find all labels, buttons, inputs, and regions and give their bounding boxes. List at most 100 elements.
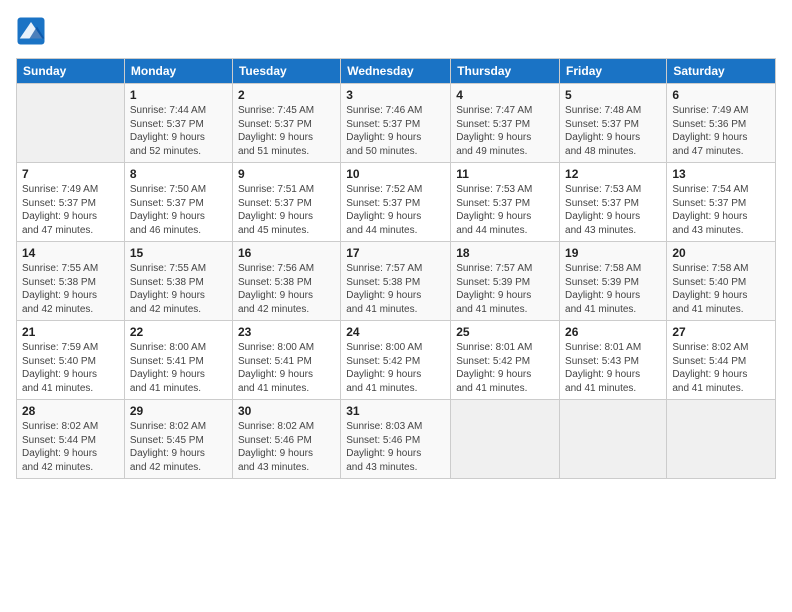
day-cell: 22 Sunrise: 8:00 AM Sunset: 5:41 PM Dayli… [124, 321, 232, 400]
day-number: 28 [22, 404, 119, 418]
day-number: 27 [672, 325, 770, 339]
week-row-2: 7Sunrise: 7:49 AM Sunset: 5:37 PM Daylig… [17, 163, 776, 242]
day-number: 23 [238, 325, 335, 339]
day-number: 16 [238, 246, 335, 260]
day-number: 18 [456, 246, 554, 260]
day-info: Sunrise: 7:55 AM Sunset: 5:38 PM Dayligh… [130, 262, 227, 316]
day-cell: 10Sunrise: 7:52 AM Sunset: 5:37 PM Dayli… [341, 163, 451, 242]
header-cell-friday: Friday [560, 59, 667, 84]
day-cell: 19 Sunrise: 7:58 AM Sunset: 5:39 PM Dayli… [560, 242, 667, 321]
day-info: Sunrise: 7:55 AM Sunset: 5:38 PM Dayligh… [22, 262, 119, 316]
day-number: 8 [130, 167, 227, 181]
day-info: Sunrise: 8:01 AM Sunset: 5:42 PM Dayligh… [456, 341, 554, 395]
day-cell: 7Sunrise: 7:49 AM Sunset: 5:37 PM Daylig… [17, 163, 125, 242]
day-cell: 26Sunrise: 8:01 AM Sunset: 5:43 PM Dayli… [560, 321, 667, 400]
day-number: 19 [565, 246, 661, 260]
calendar-container: SundayMondayTuesdayWednesdayThursdayFrid… [0, 0, 792, 489]
day-cell [667, 400, 776, 479]
day-info: Sunrise: 7:52 AM Sunset: 5:37 PM Dayligh… [346, 183, 445, 237]
day-cell: 13 Sunrise: 7:54 AM Sunset: 5:37 PM Dayli… [667, 163, 776, 242]
day-info: Sunrise: 7:49 AM Sunset: 5:37 PM Dayligh… [22, 183, 119, 237]
day-cell: 3Sunrise: 7:46 AM Sunset: 5:37 PM Daylig… [341, 84, 451, 163]
day-info: Sunrise: 7:53 AM Sunset: 5:37 PM Dayligh… [565, 183, 661, 237]
day-number: 22 [130, 325, 227, 339]
day-number: 25 [456, 325, 554, 339]
day-info: Sunrise: 7:58 AM Sunset: 5:39 PM Dayligh… [565, 262, 661, 316]
day-cell: 18 Sunrise: 7:57 AM Sunset: 5:39 PM Dayli… [451, 242, 560, 321]
day-cell: 29Sunrise: 8:02 AM Sunset: 5:45 PM Dayli… [124, 400, 232, 479]
day-info: Sunrise: 7:57 AM Sunset: 5:38 PM Dayligh… [346, 262, 445, 316]
day-cell: 14 Sunrise: 7:55 AM Sunset: 5:38 PM Dayli… [17, 242, 125, 321]
day-number: 11 [456, 167, 554, 181]
header-cell-monday: Monday [124, 59, 232, 84]
day-cell [451, 400, 560, 479]
day-info: Sunrise: 7:58 AM Sunset: 5:40 PM Dayligh… [672, 262, 770, 316]
week-row-5: 28 Sunrise: 8:02 AM Sunset: 5:44 PM Dayli… [17, 400, 776, 479]
header-cell-sunday: Sunday [17, 59, 125, 84]
day-number: 30 [238, 404, 335, 418]
day-cell: 11 Sunrise: 7:53 AM Sunset: 5:37 PM Dayli… [451, 163, 560, 242]
day-info: Sunrise: 8:00 AM Sunset: 5:42 PM Dayligh… [346, 341, 445, 395]
day-number: 26 [565, 325, 661, 339]
week-row-4: 21 Sunrise: 7:59 AM Sunset: 5:40 PM Dayli… [17, 321, 776, 400]
day-number: 6 [672, 88, 770, 102]
day-info: Sunrise: 7:49 AM Sunset: 5:36 PM Dayligh… [672, 104, 770, 158]
day-number: 24 [346, 325, 445, 339]
day-number: 17 [346, 246, 445, 260]
day-number: 5 [565, 88, 661, 102]
day-cell: 24 Sunrise: 8:00 AM Sunset: 5:42 PM Dayli… [341, 321, 451, 400]
day-number: 21 [22, 325, 119, 339]
day-number: 1 [130, 88, 227, 102]
day-cell: 1 Sunrise: 7:44 AM Sunset: 5:37 PM Daylig… [124, 84, 232, 163]
header-cell-wednesday: Wednesday [341, 59, 451, 84]
logo-icon [16, 16, 46, 46]
header-cell-saturday: Saturday [667, 59, 776, 84]
day-info: Sunrise: 7:54 AM Sunset: 5:37 PM Dayligh… [672, 183, 770, 237]
day-number: 12 [565, 167, 661, 181]
day-number: 4 [456, 88, 554, 102]
day-cell: 31 Sunrise: 8:03 AM Sunset: 5:46 PM Dayli… [341, 400, 451, 479]
week-row-1: 1 Sunrise: 7:44 AM Sunset: 5:37 PM Daylig… [17, 84, 776, 163]
day-info: Sunrise: 8:02 AM Sunset: 5:44 PM Dayligh… [672, 341, 770, 395]
day-info: Sunrise: 8:02 AM Sunset: 5:44 PM Dayligh… [22, 420, 119, 474]
day-info: Sunrise: 7:50 AM Sunset: 5:37 PM Dayligh… [130, 183, 227, 237]
day-info: Sunrise: 8:00 AM Sunset: 5:41 PM Dayligh… [130, 341, 227, 395]
day-number: 20 [672, 246, 770, 260]
day-cell: 28 Sunrise: 8:02 AM Sunset: 5:44 PM Dayli… [17, 400, 125, 479]
header-cell-thursday: Thursday [451, 59, 560, 84]
day-cell: 12 Sunrise: 7:53 AM Sunset: 5:37 PM Dayli… [560, 163, 667, 242]
day-info: Sunrise: 8:03 AM Sunset: 5:46 PM Dayligh… [346, 420, 445, 474]
day-info: Sunrise: 7:59 AM Sunset: 5:40 PM Dayligh… [22, 341, 119, 395]
day-info: Sunrise: 7:44 AM Sunset: 5:37 PM Dayligh… [130, 104, 227, 158]
day-cell [17, 84, 125, 163]
day-info: Sunrise: 7:53 AM Sunset: 5:37 PM Dayligh… [456, 183, 554, 237]
day-info: Sunrise: 7:48 AM Sunset: 5:37 PM Dayligh… [565, 104, 661, 158]
day-cell: 5 Sunrise: 7:48 AM Sunset: 5:37 PM Daylig… [560, 84, 667, 163]
day-cell: 9Sunrise: 7:51 AM Sunset: 5:37 PM Daylig… [232, 163, 340, 242]
day-number: 14 [22, 246, 119, 260]
day-cell: 8 Sunrise: 7:50 AM Sunset: 5:37 PM Daylig… [124, 163, 232, 242]
calendar-body: 1 Sunrise: 7:44 AM Sunset: 5:37 PM Daylig… [17, 84, 776, 479]
day-info: Sunrise: 7:51 AM Sunset: 5:37 PM Dayligh… [238, 183, 335, 237]
day-info: Sunrise: 7:56 AM Sunset: 5:38 PM Dayligh… [238, 262, 335, 316]
day-cell: 17 Sunrise: 7:57 AM Sunset: 5:38 PM Dayli… [341, 242, 451, 321]
day-cell: 30 Sunrise: 8:02 AM Sunset: 5:46 PM Dayli… [232, 400, 340, 479]
day-number: 29 [130, 404, 227, 418]
day-cell: 25 Sunrise: 8:01 AM Sunset: 5:42 PM Dayli… [451, 321, 560, 400]
day-info: Sunrise: 7:45 AM Sunset: 5:37 PM Dayligh… [238, 104, 335, 158]
day-number: 3 [346, 88, 445, 102]
day-info: Sunrise: 8:00 AM Sunset: 5:41 PM Dayligh… [238, 341, 335, 395]
header-row: SundayMondayTuesdayWednesdayThursdayFrid… [17, 59, 776, 84]
day-number: 2 [238, 88, 335, 102]
day-number: 31 [346, 404, 445, 418]
day-number: 15 [130, 246, 227, 260]
day-number: 13 [672, 167, 770, 181]
day-cell: 2 Sunrise: 7:45 AM Sunset: 5:37 PM Daylig… [232, 84, 340, 163]
week-row-3: 14 Sunrise: 7:55 AM Sunset: 5:38 PM Dayli… [17, 242, 776, 321]
day-cell: 20 Sunrise: 7:58 AM Sunset: 5:40 PM Dayli… [667, 242, 776, 321]
logo [16, 16, 50, 46]
day-info: Sunrise: 7:57 AM Sunset: 5:39 PM Dayligh… [456, 262, 554, 316]
day-cell: 16 Sunrise: 7:56 AM Sunset: 5:38 PM Dayli… [232, 242, 340, 321]
day-cell: 4Sunrise: 7:47 AM Sunset: 5:37 PM Daylig… [451, 84, 560, 163]
day-info: Sunrise: 8:02 AM Sunset: 5:46 PM Dayligh… [238, 420, 335, 474]
